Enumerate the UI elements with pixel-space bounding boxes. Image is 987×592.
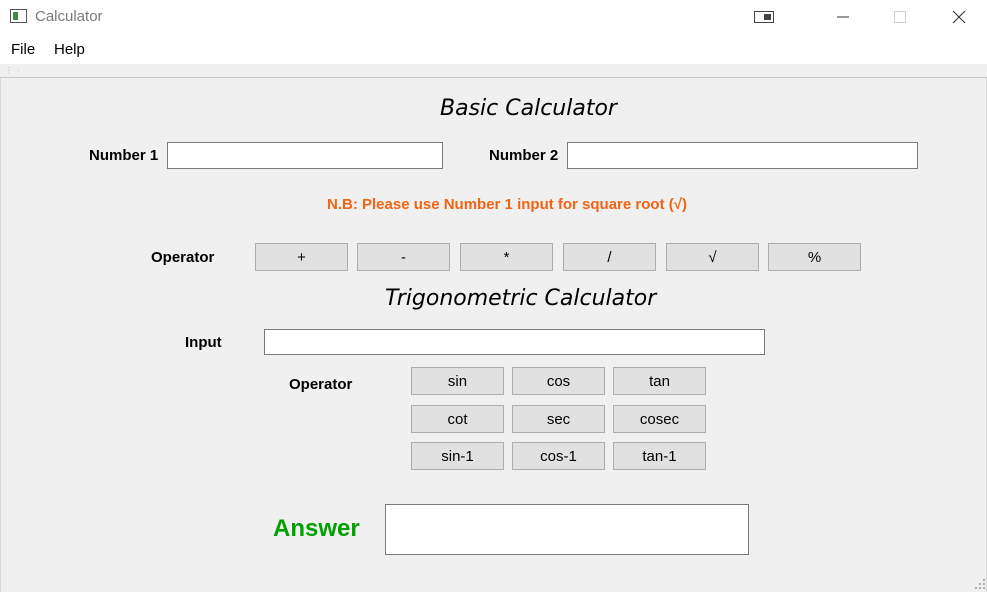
cot-button[interactable]: cot <box>411 405 504 433</box>
title-bar: Calculator <box>0 0 987 34</box>
sin-button[interactable]: sin <box>411 367 504 395</box>
trig-input[interactable] <box>264 329 765 355</box>
trig-calculator-title: Trigonometric Calculator <box>385 286 657 311</box>
maximize-button[interactable] <box>877 0 923 34</box>
add-button[interactable]: + <box>255 243 348 271</box>
toolbar-grip-icon: ⋮ · <box>5 66 21 75</box>
trig-operator-label: Operator <box>289 376 353 393</box>
cos-button[interactable]: cos <box>512 367 605 395</box>
size-grip-icon[interactable] <box>974 578 986 590</box>
trig-input-label: Input <box>185 334 222 351</box>
square-root-button[interactable]: √ <box>666 243 759 271</box>
window-title: Calculator <box>35 8 103 25</box>
close-button[interactable] <box>936 0 982 34</box>
menu-bar: File Help <box>0 34 987 64</box>
menu-help[interactable]: Help <box>54 41 85 58</box>
number1-input[interactable] <box>167 142 443 169</box>
divide-button[interactable]: / <box>563 243 656 271</box>
snap-layout-icon <box>754 11 774 23</box>
basic-calculator-title: Basic Calculator <box>440 96 617 121</box>
square-root-note: N.B: Please use Number 1 input for squar… <box>327 196 687 213</box>
close-icon <box>952 10 966 24</box>
number2-label: Number 2 <box>489 147 559 164</box>
answer-label: Answer <box>273 515 360 542</box>
menu-file[interactable]: File <box>11 41 35 58</box>
maximize-icon <box>894 11 906 23</box>
arctan-button[interactable]: tan-1 <box>613 442 706 470</box>
number2-input[interactable] <box>567 142 918 169</box>
percent-button[interactable]: % <box>768 243 861 271</box>
basic-operator-label: Operator <box>151 249 215 266</box>
arccos-button[interactable]: cos-1 <box>512 442 605 470</box>
tan-button[interactable]: tan <box>613 367 706 395</box>
cosec-button[interactable]: cosec <box>613 405 706 433</box>
answer-output[interactable] <box>385 504 749 555</box>
multiply-button[interactable]: * <box>460 243 553 271</box>
minimize-button[interactable] <box>820 0 866 34</box>
arcsin-button[interactable]: sin-1 <box>411 442 504 470</box>
number1-label: Number 1 <box>89 147 159 164</box>
snap-layout-button[interactable] <box>741 0 787 34</box>
sec-button[interactable]: sec <box>512 405 605 433</box>
minimize-icon <box>837 16 849 18</box>
calculator-app-icon <box>10 9 27 23</box>
subtract-button[interactable]: - <box>357 243 450 271</box>
